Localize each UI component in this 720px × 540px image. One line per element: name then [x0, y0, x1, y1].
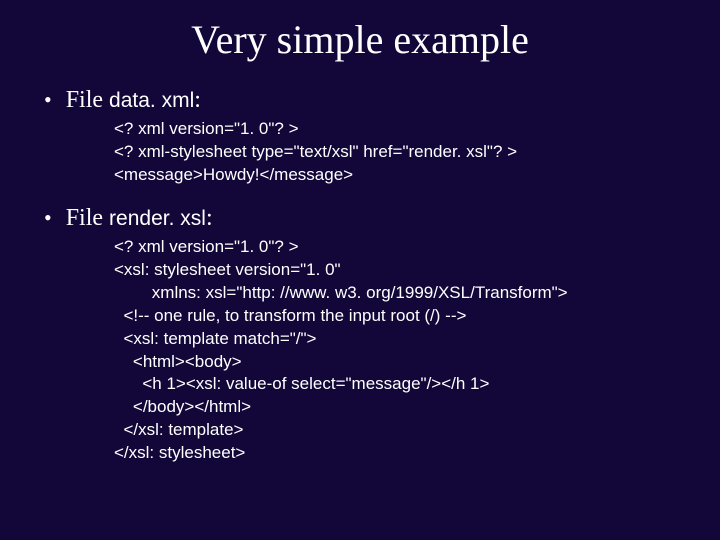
- bullet-2-suffix: :: [206, 205, 213, 231]
- code-block-2: <? xml version="1. 0"? > <xsl: styleshee…: [114, 236, 680, 465]
- bullet-1-prefix: File: [66, 87, 109, 113]
- bullet-2-prefix: File: [66, 205, 109, 231]
- bullet-2-filename: render. xsl: [109, 207, 206, 230]
- bullet-1-filename: data. xml: [109, 89, 194, 112]
- bullet-dot-icon: •: [44, 207, 52, 229]
- bullet-1-text: File data. xml:: [66, 87, 201, 114]
- bullet-2: • File render. xsl:: [44, 205, 680, 232]
- bullet-1: • File data. xml:: [44, 87, 680, 114]
- bullet-1-suffix: :: [194, 87, 201, 113]
- code-block-1: <? xml version="1. 0"? > <? xml-styleshe…: [114, 118, 680, 187]
- slide: Very simple example • File data. xml: <?…: [0, 0, 720, 540]
- bullet-dot-icon: •: [44, 89, 52, 111]
- slide-title: Very simple example: [40, 16, 680, 63]
- bullet-2-text: File render. xsl:: [66, 205, 213, 232]
